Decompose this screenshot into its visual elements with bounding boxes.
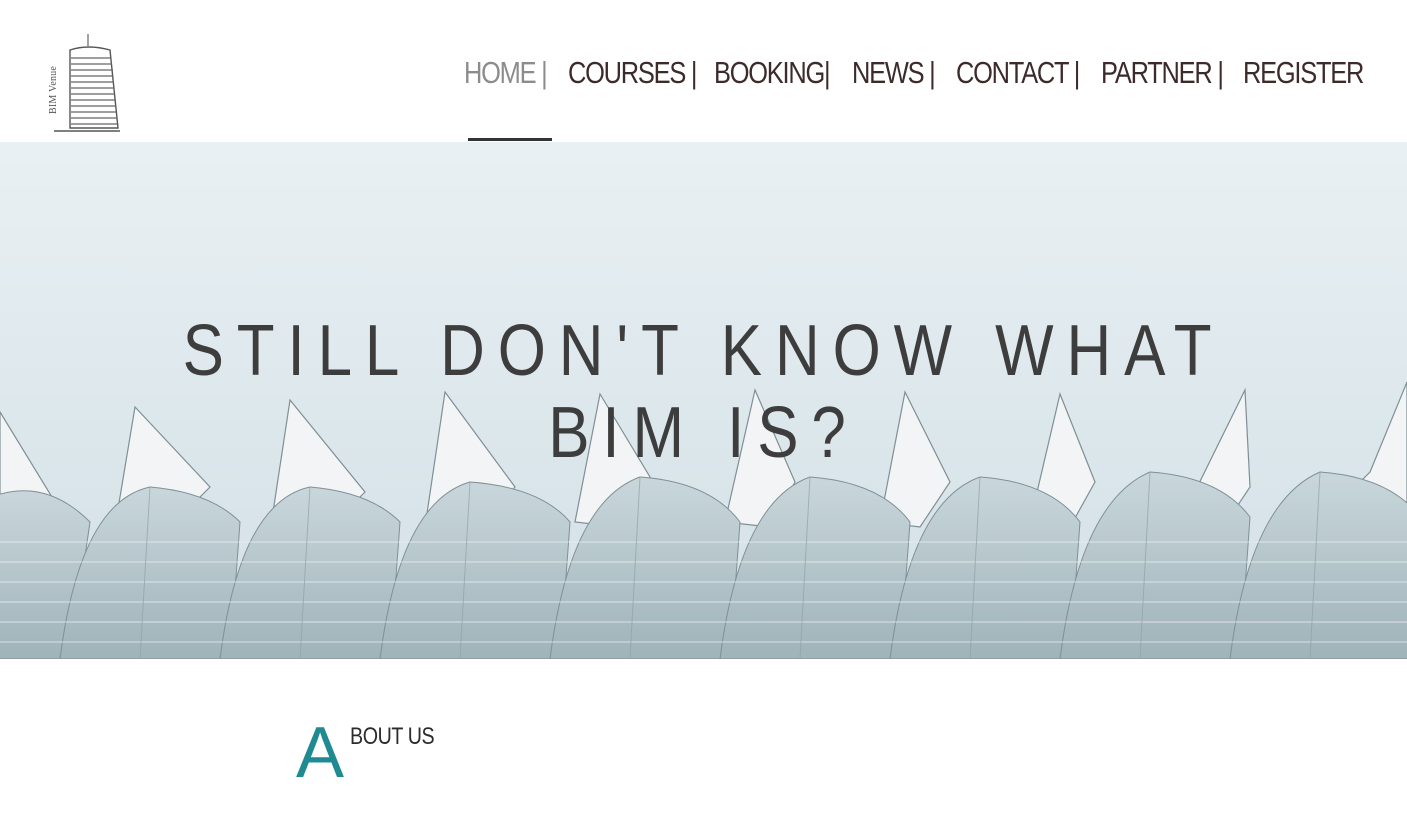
nav-booking[interactable]: BOOKING|: [714, 55, 831, 91]
nav-home[interactable]: HOME |: [464, 55, 548, 91]
hero-title: STILL DON'T KNOW WHAT BIM IS?: [182, 311, 1225, 473]
site-header: BIM Venue HOME | COURSES | BOOKING| NEWS…: [0, 0, 1407, 142]
nav-register[interactable]: REGISTER: [1243, 55, 1364, 91]
nav-news[interactable]: NEWS |: [852, 55, 936, 91]
nav-courses[interactable]: COURSES |: [568, 55, 698, 91]
active-nav-underline: [468, 138, 552, 141]
about-heading: BOUT US: [350, 723, 435, 750]
nav-contact[interactable]: CONTACT |: [956, 55, 1080, 91]
hero-banner: STILL DON'T KNOW WHAT BIM IS?: [0, 142, 1407, 659]
main-nav: HOME | COURSES | BOOKING| NEWS | CONTACT…: [464, 50, 1364, 96]
about-initial: A: [296, 713, 345, 793]
logo-text: BIM Venue: [48, 66, 59, 115]
nav-partner[interactable]: PARTNER |: [1101, 55, 1224, 91]
